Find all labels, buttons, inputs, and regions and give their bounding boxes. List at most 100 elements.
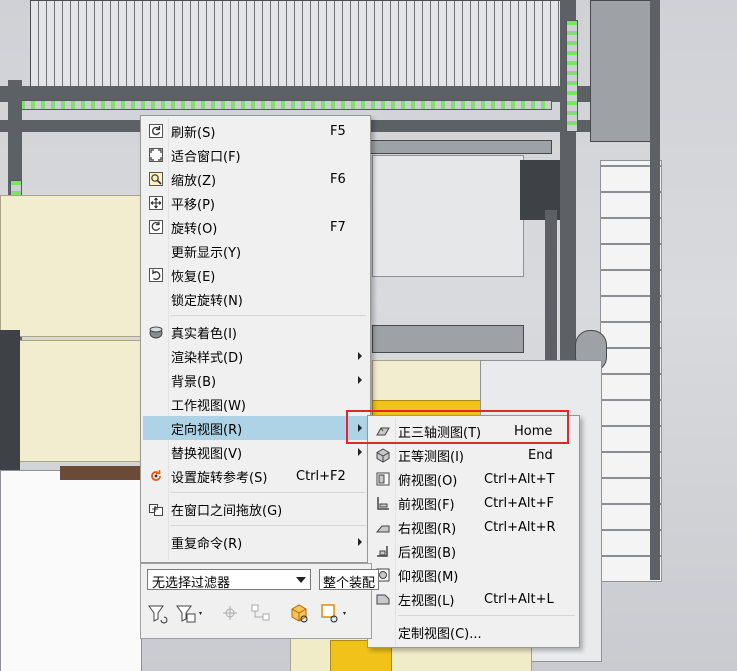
menu-item-label: 背景(B) (171, 374, 217, 390)
frame-post (545, 210, 557, 360)
submenu-item-label: 左视图(L) (398, 593, 455, 609)
submenu-item-isometric[interactable]: 正等测图(I) End (370, 443, 577, 467)
menu-item-label: 平移(P) (171, 197, 215, 213)
menu-item-label: 替换视图(V) (171, 446, 243, 462)
menu-item-label: 刷新(S) (171, 125, 216, 141)
menu-item-shortcut: F7 (330, 219, 346, 235)
submenu-item-shortcut: Ctrl+Alt+T (484, 471, 555, 487)
menu-separator (398, 615, 575, 616)
type-filter-value: 无选择过滤器 (152, 576, 231, 591)
led-strip (20, 100, 552, 110)
menu-item-rotate[interactable]: 旋转(O) F7 (143, 215, 368, 239)
menu-item-render-style[interactable]: 渲染样式(D) (143, 344, 368, 368)
work-area (372, 155, 524, 277)
submenu-item-label: 定制视图(C)... (398, 626, 482, 642)
menu-item-fit-window[interactable]: 适合窗口(F) (143, 143, 368, 167)
assembly-navigator-button[interactable] (249, 602, 277, 626)
back-view-icon (377, 546, 388, 557)
submenu-item-shortcut: Ctrl+Alt+L (484, 591, 554, 607)
menu-item-pan[interactable]: 平移(P) (143, 191, 368, 215)
submenu-item-label: 俯视图(O) (398, 473, 458, 489)
menu-separator (171, 525, 366, 526)
submenu-item-back-view[interactable]: 后视图(B) (370, 539, 577, 563)
submenu-item-label: 后视图(B) (398, 545, 457, 561)
select-feature-button[interactable] (319, 602, 349, 626)
submenu-item-left-view[interactable]: 左视图(L) Ctrl+Alt+L (370, 587, 577, 611)
refresh-icon (149, 124, 163, 138)
submenu-item-top-view[interactable]: 俯视图(O) Ctrl+Alt+T (370, 467, 577, 491)
menu-separator (171, 315, 366, 316)
led-strip (566, 20, 578, 132)
menu-item-update-display[interactable]: 更新显示(Y) (143, 239, 368, 263)
menu-item-orient-view[interactable]: 定向视图(R) (143, 416, 368, 440)
menu-item-repeat-command[interactable]: 重复命令(R) (143, 530, 368, 554)
filter-list-icon (176, 605, 202, 623)
menu-item-label: 设置旋转参考(S) (171, 470, 268, 486)
menu-item-refresh[interactable]: 刷新(S) F5 (143, 119, 368, 143)
menu-item-label: 缩放(Z) (171, 173, 217, 189)
submenu-item-front-view[interactable]: 前视图(F) Ctrl+Alt+F (370, 491, 577, 515)
filter-options-button[interactable] (175, 602, 205, 626)
menu-item-drag-between-windows[interactable]: 在窗口之间拖放(G) (143, 497, 368, 521)
orient-view-submenu: 正三轴测图(T) Home 正等测图(I) End 俯视图(O) Ctrl+Al… (367, 415, 580, 648)
wood-strip (60, 466, 140, 480)
submenu-item-bottom-view[interactable]: 仰视图(M) (370, 563, 577, 587)
front-view-icon (377, 497, 389, 510)
menu-item-label: 定向视图(R) (171, 422, 243, 438)
submenu-item-right-view[interactable]: 右视图(R) Ctrl+Alt+R (370, 515, 577, 539)
menu-item-background[interactable]: 背景(B) (143, 368, 368, 392)
menu-item-work-view[interactable]: 工作视图(W) (143, 392, 368, 416)
feature-select-icon (321, 604, 346, 623)
submenu-item-label: 正等测图(I) (398, 449, 464, 465)
submenu-item-custom-view[interactable]: 定制视图(C)... (370, 620, 577, 644)
menu-item-label: 适合窗口(F) (171, 149, 241, 165)
menu-item-true-shading[interactable]: 真实着色(I) (143, 320, 368, 344)
submenu-item-trimetric[interactable]: 正三轴测图(T) Home (370, 419, 577, 443)
filter-funnel-icon (148, 605, 168, 624)
menu-separator (171, 492, 366, 493)
menu-item-shortcut: F6 (330, 171, 346, 187)
submenu-item-shortcut: Ctrl+Alt+R (484, 519, 556, 535)
gear-housing (590, 0, 652, 142)
frame-post (650, 0, 660, 580)
trimetric-icon (376, 427, 390, 436)
menu-item-shortcut: F5 (330, 123, 346, 139)
panel-plate (0, 340, 142, 462)
type-filter-dropdown[interactable]: 无选择过滤器 (147, 569, 311, 591)
true-shading-icon (149, 326, 163, 339)
submenu-item-label: 前视图(F) (398, 497, 455, 513)
menu-item-lock-rotation[interactable]: 锁定旋转(N) (143, 287, 368, 311)
left-view-icon (376, 594, 390, 605)
menu-item-restore[interactable]: 恢复(E) (143, 263, 368, 287)
drag-drop-icon (149, 504, 163, 516)
top-view-icon (376, 472, 390, 486)
submenu-item-shortcut: Home (514, 423, 553, 439)
submenu-arrow-icon (358, 376, 362, 384)
menu-item-replace-view[interactable]: 替换视图(V) (143, 440, 368, 464)
isometric-icon (376, 448, 390, 463)
filter-reset-button[interactable] (147, 602, 169, 626)
selection-scope-dropdown[interactable]: 整个装配 (319, 569, 379, 590)
submenu-arrow-icon (358, 424, 362, 432)
selection-scope-value: 整个装配 (323, 576, 376, 590)
menu-item-label: 重复命令(R) (171, 536, 243, 552)
menu-item-label: 锁定旋转(N) (171, 293, 243, 309)
menu-item-zoom[interactable]: 缩放(Z) F6 (143, 167, 368, 191)
menu-item-shortcut: Ctrl+F2 (296, 468, 346, 484)
snap-point-button[interactable] (221, 602, 243, 626)
select-component-button[interactable] (289, 602, 311, 626)
assembly-tree-icon (251, 604, 270, 621)
menu-item-label: 旋转(O) (171, 221, 218, 237)
pan-icon (149, 196, 163, 210)
menu-item-set-rotation-reference[interactable]: 设置旋转参考(S) Ctrl+F2 (143, 464, 368, 488)
submenu-item-shortcut: End (528, 447, 553, 463)
submenu-item-label: 正三轴测图(T) (398, 425, 482, 441)
submenu-item-shortcut: Ctrl+Alt+F (484, 495, 554, 511)
snap-point-icon (223, 606, 237, 620)
rail (370, 140, 552, 154)
menu-item-label: 工作视图(W) (171, 398, 246, 414)
submenu-arrow-icon (358, 352, 362, 360)
menu-item-label: 恢复(E) (171, 269, 216, 285)
restore-icon (149, 268, 163, 282)
menu-item-label: 渲染样式(D) (171, 350, 244, 366)
